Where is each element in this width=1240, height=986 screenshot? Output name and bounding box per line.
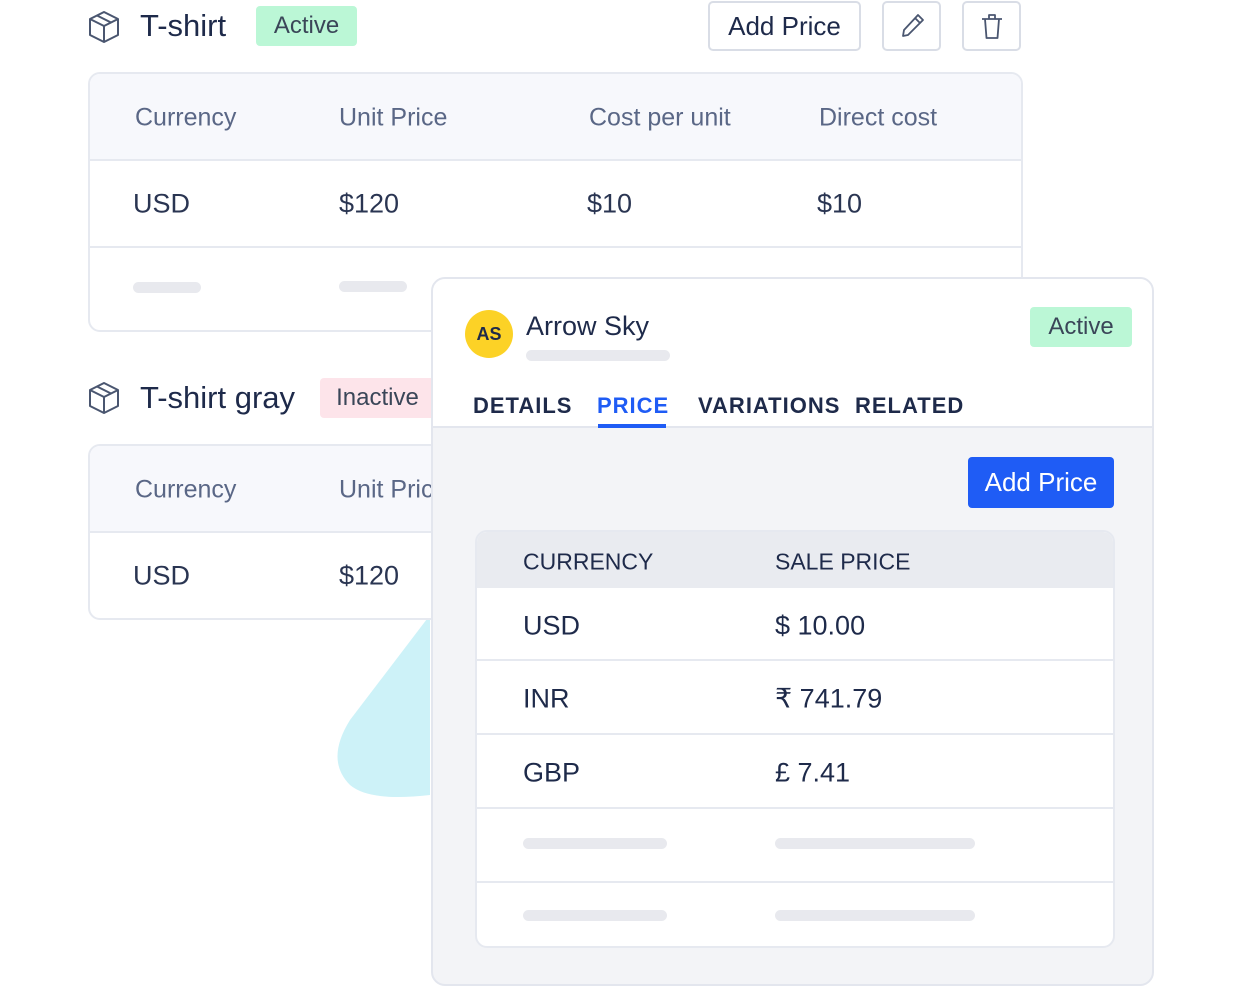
cell: USD	[523, 610, 581, 641]
column-header: Currency	[135, 475, 237, 504]
cell: ₹ 741.79	[775, 683, 883, 714]
product-title: T-shirt gray	[140, 380, 296, 415]
tab-details[interactable]: DETAILS	[473, 393, 572, 419]
cell: $10	[587, 188, 633, 219]
table-header: CURRENCY SALE PRICE	[477, 532, 1113, 588]
status-badge: Inactive	[320, 378, 435, 418]
column-header: Currency	[135, 103, 237, 132]
box-icon	[89, 382, 119, 414]
table-row	[477, 809, 1113, 883]
table-header: Currency Unit Price Cost per unit Direct…	[90, 74, 1021, 161]
cell: INR	[523, 683, 570, 714]
product-title: T-shirt	[140, 8, 227, 43]
edit-button[interactable]	[882, 1, 941, 51]
table-row: INR ₹ 741.79	[477, 661, 1113, 735]
add-price-button[interactable]: Add Price	[708, 1, 861, 51]
skeleton-placeholder	[523, 910, 667, 921]
avatar: AS	[465, 310, 513, 358]
pencil-icon	[901, 14, 924, 37]
tab-price[interactable]: PRICE	[597, 393, 669, 419]
sale-price-table: CURRENCY SALE PRICE USD $ 10.00 INR ₹ 741.…	[475, 530, 1115, 948]
column-header: Unit Price	[339, 103, 448, 132]
column-header: Cost per unit	[589, 103, 731, 132]
skeleton-placeholder	[523, 838, 667, 849]
cell: USD	[133, 188, 191, 219]
cell: $10	[817, 188, 863, 219]
skeleton-placeholder	[775, 910, 975, 921]
skeleton-placeholder	[133, 282, 201, 293]
panel-title: Arrow Sky	[526, 311, 650, 341]
cell: $120	[339, 560, 400, 591]
column-header: Direct cost	[819, 103, 938, 132]
status-badge: Active	[1030, 307, 1132, 347]
column-header: CURRENCY	[523, 548, 654, 575]
status-badge: Active	[256, 6, 357, 46]
decorative-blob	[337, 615, 430, 798]
cell: USD	[133, 560, 191, 591]
add-price-button[interactable]: Add Price	[968, 457, 1114, 508]
skeleton-placeholder	[526, 350, 670, 361]
table-row: USD $ 10.00	[477, 588, 1113, 661]
table-row: GBP £ 7.41	[477, 735, 1113, 809]
cell: $ 10.00	[775, 610, 866, 641]
cell: £ 7.41	[775, 757, 851, 788]
column-header: SALE PRICE	[775, 548, 911, 575]
tab-related[interactable]: RELATED	[855, 393, 964, 419]
table-row: USD $120 $10 $10	[90, 161, 1021, 248]
trash-icon	[981, 14, 1002, 39]
table-row	[477, 883, 1113, 946]
skeleton-placeholder	[339, 281, 407, 292]
delete-button[interactable]	[962, 1, 1021, 51]
cell: GBP	[523, 757, 581, 788]
tab-variations[interactable]: VARIATIONS	[698, 393, 840, 419]
box-icon	[89, 11, 119, 43]
cell: $120	[339, 188, 400, 219]
active-tab-indicator	[598, 424, 666, 428]
product-detail-panel: AS Arrow Sky Active DETAILS PRICE VARIAT…	[431, 277, 1154, 986]
skeleton-placeholder	[775, 838, 975, 849]
panel-header: AS Arrow Sky Active DETAILS PRICE VARIAT…	[433, 279, 1152, 428]
